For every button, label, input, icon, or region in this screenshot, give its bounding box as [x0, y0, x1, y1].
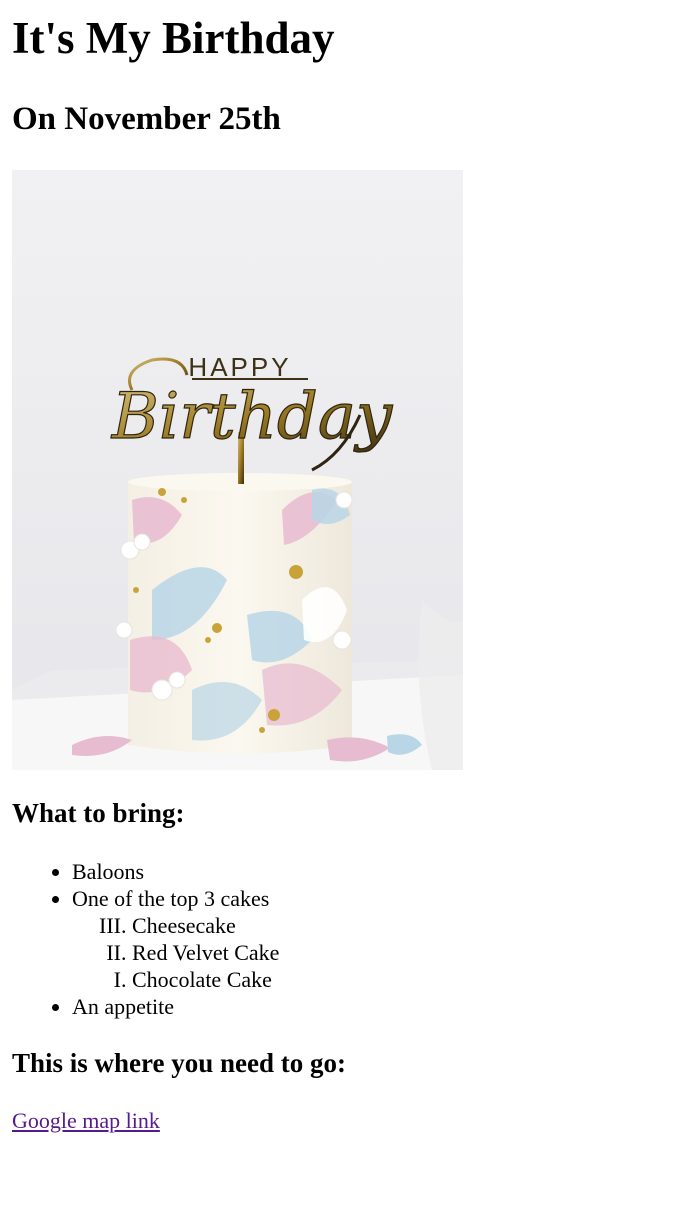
directions-heading: This is where you need to go:: [12, 1048, 347, 1078]
cake-item: Chocolate Cake: [132, 966, 279, 993]
what-to-bring-heading: What to bring:: [12, 798, 185, 828]
topper-happy-text: HAPPY: [188, 352, 291, 382]
cake-item: Red Velvet Cake: [132, 939, 279, 966]
topper-birthday-text: Birthday: [111, 380, 393, 454]
page-title: It's My Birthday: [12, 13, 335, 63]
bring-item: Baloons: [72, 858, 279, 885]
bring-list: Baloons One of the top 3 cakes Cheesecak…: [12, 858, 279, 1020]
page-subtitle: On November 25th: [12, 101, 281, 137]
cake-item: Cheesecake: [132, 912, 279, 939]
bring-item-label: One of the top 3 cakes: [72, 886, 270, 911]
bring-item: An appetite: [72, 993, 279, 1020]
google-map-link[interactable]: Google map link: [12, 1107, 160, 1135]
top-cakes-list: Cheesecake Red Velvet Cake Chocolate Cak…: [72, 912, 279, 993]
bring-item-cakes: One of the top 3 cakes Cheesecake Red Ve…: [72, 885, 279, 993]
birthday-cake-image: HAPPY Birthday: [12, 170, 463, 770]
